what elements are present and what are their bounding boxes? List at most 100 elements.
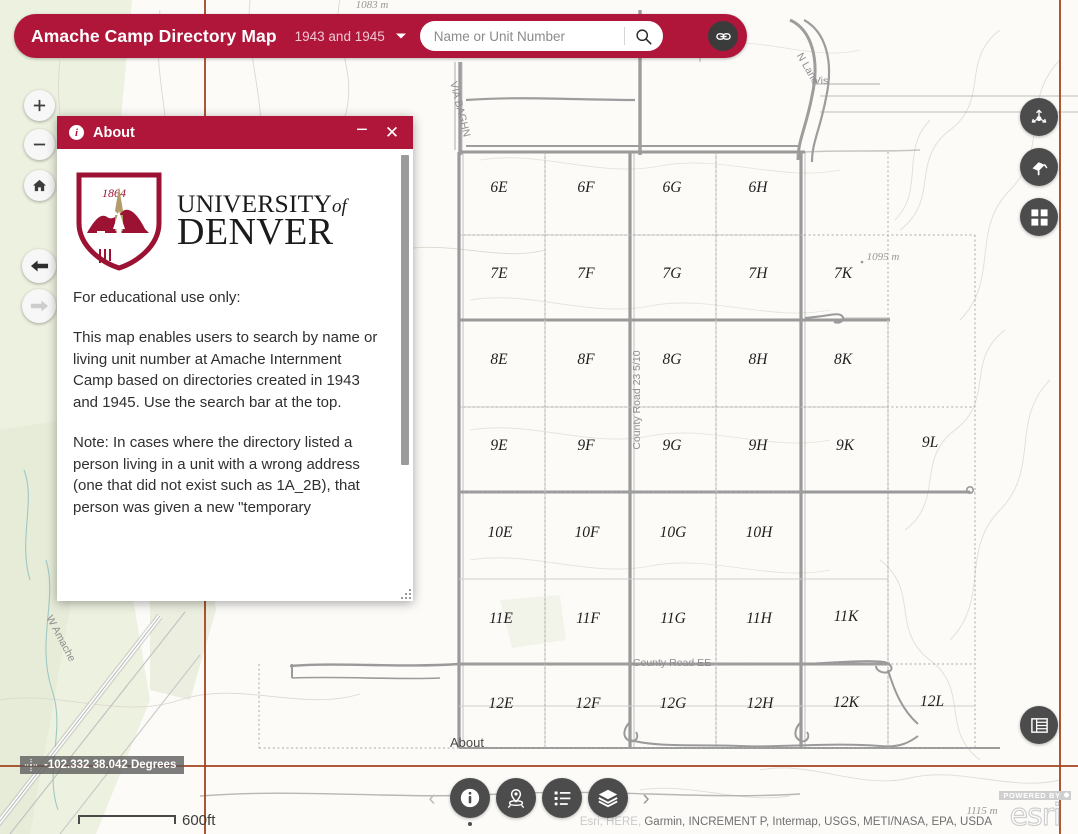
block-label[interactable]: 12L xyxy=(920,693,944,710)
active-indicator xyxy=(468,822,472,826)
legend-widget-button[interactable] xyxy=(542,778,582,818)
block-label[interactable]: 10G xyxy=(660,524,687,541)
search-box[interactable] xyxy=(419,21,663,51)
block-label[interactable]: 7K xyxy=(834,265,853,282)
block-label[interactable]: 7H xyxy=(749,265,769,282)
directory-year-label: 1943 and 1945 xyxy=(294,28,385,44)
about-resize-grip[interactable] xyxy=(401,589,412,600)
minimize-button[interactable]: − xyxy=(347,116,377,149)
block-label[interactable]: 8E xyxy=(490,351,508,368)
about-widget-button[interactable] xyxy=(450,778,490,826)
block-label[interactable]: 7F xyxy=(577,265,595,282)
coordinate-readout: -102.332 38.042 Degrees xyxy=(44,759,177,771)
arrow-left-icon xyxy=(30,260,48,272)
draw-button[interactable] xyxy=(1020,148,1058,186)
esri-logo: POWERED BY esri xyxy=(996,786,1074,833)
du-of-text: of xyxy=(332,195,347,217)
block-label[interactable]: 11F xyxy=(576,610,600,627)
esri-wordmark: esri xyxy=(1009,797,1062,833)
search-input[interactable] xyxy=(419,28,624,44)
block-label[interactable]: 11E xyxy=(489,610,513,627)
block-label[interactable]: 10F xyxy=(575,524,601,541)
minus-icon xyxy=(33,143,46,146)
about-paragraph: Note: In cases where the directory liste… xyxy=(73,433,360,516)
crosshair-icon[interactable] xyxy=(24,758,38,772)
next-extent-button[interactable] xyxy=(22,289,56,323)
block-label[interactable]: 11G xyxy=(660,610,686,627)
home-button[interactable] xyxy=(24,170,55,201)
block-label[interactable]: 9K xyxy=(836,437,855,454)
block-label[interactable]: 6F xyxy=(577,179,595,196)
basemap-gallery-button[interactable] xyxy=(1020,198,1058,236)
block-label[interactable]: 8H xyxy=(749,351,769,368)
locate-widget-button[interactable] xyxy=(496,778,536,818)
map-application: 6E 6F 6G 6H 7E 7F 7G 7H 7K 8E 8F 8G 8H 8K 9E 9F 9G 9H 9K 9L… xyxy=(0,0,1078,834)
about-panel[interactable]: i About − ✕ 1864 UNIVERSITYof DENVER For… xyxy=(57,116,413,601)
block-label[interactable]: 12E xyxy=(489,695,515,712)
university-of-denver-logo: 1864 UNIVERSITYof DENVER xyxy=(75,171,385,271)
table-icon xyxy=(1030,717,1048,733)
about-panel-titlebar[interactable]: i About − ✕ xyxy=(57,116,413,149)
attribute-table-button[interactable] xyxy=(1020,706,1058,744)
block-label[interactable]: 7G xyxy=(663,265,682,282)
block-label[interactable]: 9L xyxy=(922,434,938,451)
attribution-text: Garmin, INCREMENT P, Intermap, USGS, MET… xyxy=(641,816,992,828)
block-label[interactable]: 10E xyxy=(488,524,514,541)
chevron-down-icon[interactable] xyxy=(388,23,414,49)
block-label[interactable]: 12F xyxy=(576,695,602,712)
pin-marker-icon xyxy=(507,789,525,808)
coordinate-widget[interactable]: -102.332 38.042 Degrees xyxy=(20,756,185,774)
grid-icon xyxy=(1030,208,1048,226)
search-icon[interactable] xyxy=(625,21,663,51)
arrow-right-icon xyxy=(30,300,48,312)
app-header: Amache Camp Directory Map 1943 and 1945 xyxy=(14,14,747,58)
scale-bar-label: 600ft xyxy=(182,812,216,829)
block-label[interactable]: 11K xyxy=(834,608,859,625)
layers-widget-button[interactable] xyxy=(588,778,628,818)
zoom-out-button[interactable] xyxy=(24,129,55,160)
du-wordmark: UNIVERSITYof DENVER xyxy=(177,191,347,252)
info-icon: i xyxy=(69,125,84,140)
page-title: Amache Camp Directory Map xyxy=(31,25,277,46)
block-label[interactable]: 12H xyxy=(747,695,775,712)
road-label: County Road EE xyxy=(633,657,711,669)
block-label[interactable]: 8G xyxy=(663,351,682,368)
road-label: Vis xyxy=(814,75,828,87)
block-label[interactable]: 9H xyxy=(749,437,769,454)
block-label[interactable]: 10H xyxy=(746,524,774,541)
block-label[interactable]: 6G xyxy=(663,179,682,196)
block-label[interactable]: 8F xyxy=(577,351,595,368)
road-label: County Road 23 5/10 xyxy=(631,350,643,449)
du-shield-icon: 1864 xyxy=(76,172,162,271)
block-label[interactable]: 9F xyxy=(577,437,595,454)
about-scrollbar[interactable] xyxy=(401,155,409,601)
svg-text:1864: 1864 xyxy=(102,186,126,200)
about-panel-title: About xyxy=(93,124,135,141)
near-me-button[interactable] xyxy=(1020,98,1058,136)
scale-bar-line xyxy=(78,815,176,824)
layers-icon xyxy=(598,789,618,808)
widget-next-button[interactable]: › xyxy=(631,778,661,818)
about-paragraph: This map enables users to search by name… xyxy=(73,328,378,411)
svg-text:1083 m: 1083 m xyxy=(356,0,389,11)
link-icon[interactable] xyxy=(708,21,738,51)
zoom-in-button[interactable] xyxy=(24,90,55,121)
block-label[interactable]: 9E xyxy=(490,437,508,454)
about-tooltip: About xyxy=(450,735,484,750)
close-icon[interactable]: ✕ xyxy=(377,116,407,149)
block-label[interactable]: 7E xyxy=(490,265,508,282)
about-paragraph: For educational use only: xyxy=(73,289,241,306)
block-label[interactable]: 12K xyxy=(833,694,860,711)
block-label[interactable]: 11H xyxy=(746,610,772,627)
block-label[interactable]: 9G xyxy=(663,437,682,454)
about-scrollbar-thumb[interactable] xyxy=(401,155,409,465)
block-label[interactable]: 6E xyxy=(490,179,508,196)
esri-powered-label: POWERED BY xyxy=(999,790,1071,800)
plus-icon xyxy=(33,99,46,112)
block-label[interactable]: 8K xyxy=(834,351,853,368)
block-label[interactable]: 12G xyxy=(660,695,687,712)
legend-list-icon xyxy=(554,791,570,805)
block-label[interactable]: 6H xyxy=(749,179,769,196)
widget-prev-button[interactable]: ‹ xyxy=(417,778,447,818)
previous-extent-button[interactable] xyxy=(22,249,56,283)
